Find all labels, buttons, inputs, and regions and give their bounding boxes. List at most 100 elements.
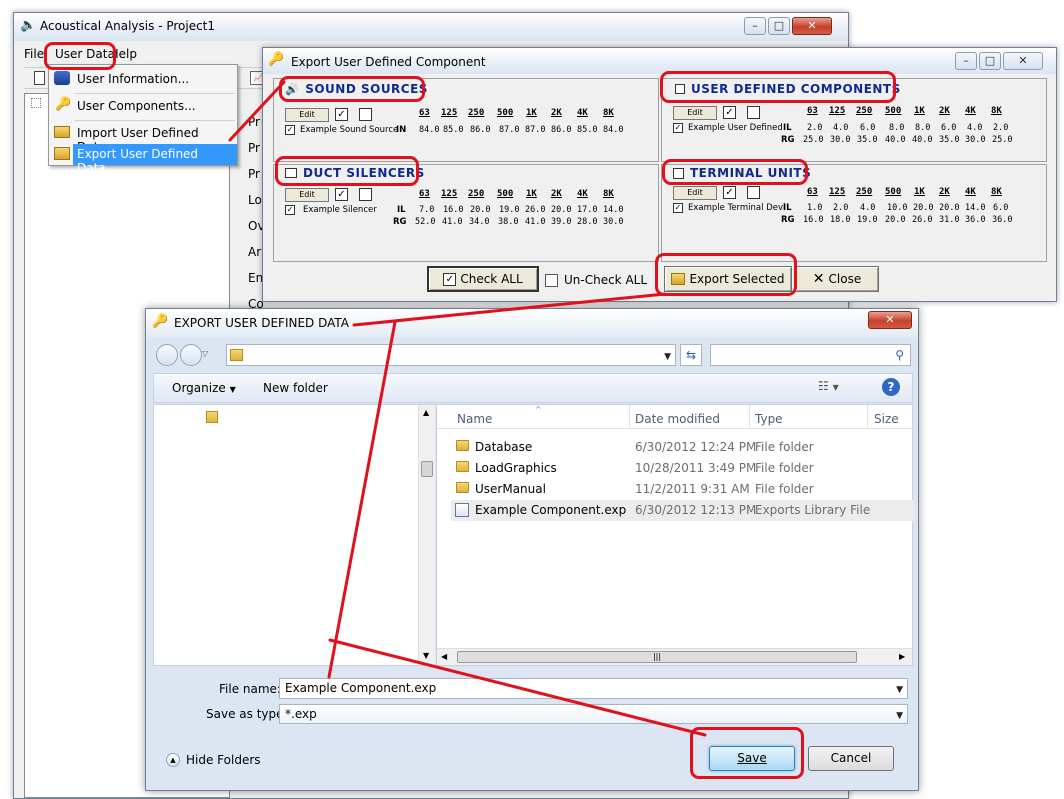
file-row-loadgraphics[interactable]: LoadGraphics 10/28/2011 3:49 PM File fol… — [451, 458, 911, 479]
scroll-up-icon[interactable]: ▲ — [423, 408, 429, 417]
terminal-icon — [673, 167, 684, 179]
column-divider — [867, 405, 868, 429]
nav-pane-scrollbar[interactable]: ▲ ▼ — [418, 405, 435, 665]
address-bar[interactable]: ▼ — [226, 344, 676, 366]
scroll-thumb[interactable]: ||| — [457, 651, 857, 663]
cancel-button-label: Cancel — [830, 751, 872, 765]
nav-back-forward[interactable]: ▽ — [156, 344, 208, 366]
address-dropdown-icon[interactable]: ▼ — [664, 348, 671, 366]
duct-silencers-check-all-box[interactable]: ✓ — [335, 188, 348, 201]
scroll-left-icon[interactable]: ◀ — [441, 652, 447, 661]
main-minimize-button[interactable]: – — [744, 17, 766, 35]
refresh-button[interactable]: ⇆ — [680, 344, 702, 366]
user-components-edit-button[interactable]: Edit — [673, 106, 717, 120]
terminal-unit-item-checkbox[interactable]: ✓ — [673, 203, 683, 213]
main-window-title: Acoustical Analysis - Project1 — [40, 19, 216, 33]
column-header-date[interactable]: Date modified — [635, 412, 720, 426]
file-list[interactable]: Name ^ Date modified Type Size Database … — [436, 404, 914, 666]
band-header: 1K — [526, 189, 537, 199]
band-value: 6.0 — [941, 123, 957, 133]
main-maximize-button[interactable]: □ — [768, 17, 790, 35]
sound-sources-values: 84.0 85.0 86.0 87.0 87.0 86.0 85.0 84.0 — [419, 125, 629, 137]
column-header-size[interactable]: Size — [874, 412, 899, 426]
band-value: 20.0 — [939, 203, 960, 213]
organize-button[interactable]: Organize ▼ — [172, 381, 236, 395]
main-close-button[interactable]: ✕ — [792, 17, 832, 35]
file-name-dropdown-icon[interactable]: ▼ — [896, 681, 903, 699]
band-header: 500 — [885, 106, 902, 116]
terminal-units-uncheck-all-box[interactable] — [747, 186, 760, 199]
hide-folders-button[interactable]: ▲ Hide Folders — [166, 753, 261, 767]
band-value: 35.0 — [939, 135, 960, 145]
file-name-input[interactable]: Example Component.exp ▼ — [279, 678, 908, 699]
help-icon[interactable]: ? — [882, 378, 900, 396]
user-component-item-checkbox[interactable]: ✓ — [673, 123, 683, 133]
band-value: 6.0 — [860, 123, 876, 133]
scroll-thumb[interactable] — [421, 461, 433, 477]
export-selected-button[interactable]: Export Selected — [664, 266, 792, 292]
sound-source-item-label: Example Sound Source — [300, 125, 399, 135]
sound-sources-check-all-box[interactable]: ✓ — [335, 108, 348, 121]
file-type: File folder — [755, 440, 814, 454]
sound-sources-edit-button[interactable]: Edit — [285, 108, 329, 122]
menu-item-export[interactable]: Export User Defined Data... — [51, 144, 237, 175]
band-header: 2K — [551, 108, 562, 118]
export-maximize-button[interactable]: □ — [979, 52, 1001, 70]
file-row-usermanual[interactable]: UserManual 11/2/2011 9:31 AM File folder — [451, 479, 911, 500]
band-header: 250 — [856, 106, 873, 116]
view-options-icon[interactable]: ☷ ▼ — [818, 379, 839, 393]
band-value: 40.0 — [912, 135, 933, 145]
check-all-button[interactable]: ✓ Check ALL — [427, 266, 539, 292]
search-input[interactable]: ⚲ — [710, 344, 911, 366]
checkbox-icon: ✓ — [443, 272, 457, 286]
export-minimize-button[interactable]: – — [955, 52, 977, 70]
row-label: IL — [397, 205, 406, 215]
back-arrow-icon[interactable] — [156, 344, 178, 366]
column-header-type[interactable]: Type — [755, 412, 783, 426]
cancel-button[interactable]: Cancel — [808, 746, 894, 771]
button-label: Check ALL — [460, 272, 523, 286]
save-dialog-close-button[interactable]: ✕ — [868, 311, 912, 329]
band-value: 85.0 — [443, 125, 464, 135]
terminal-units-edit-button[interactable]: Edit — [673, 186, 717, 200]
menu-item-import[interactable]: Import User Defined Data... — [51, 122, 235, 154]
sound-source-item-checkbox[interactable]: ✓ — [285, 125, 295, 135]
terminal-units-values-row2: 16.0 18.0 19.0 20.0 26.0 31.0 36.0 36.0 — [803, 215, 1017, 227]
history-chevron-icon[interactable]: ▽ — [202, 349, 208, 358]
horizontal-scrollbar[interactable]: ◀ ||| ▶ — [437, 648, 912, 665]
save-type-select[interactable]: *.exp ▼ — [279, 704, 908, 724]
band-header: 63 — [807, 187, 818, 197]
user-components-check-all-box[interactable]: ✓ — [723, 106, 736, 119]
terminal-units-check-all-box[interactable]: ✓ — [723, 186, 736, 199]
button-label: Un-Check ALL — [564, 273, 648, 287]
file-row-example-component[interactable]: Example Component.exp 6/30/2012 12:13 PM… — [451, 500, 914, 521]
band-value: 30.0 — [965, 135, 986, 145]
tree-node-icon[interactable] — [31, 98, 41, 108]
export-close-button[interactable]: ✕ — [1003, 52, 1043, 70]
save-button[interactable]: Save — [709, 746, 795, 771]
forward-arrow-icon[interactable] — [180, 344, 202, 366]
user-components-uncheck-all-box[interactable] — [747, 106, 760, 119]
new-folder-button[interactable]: New folder — [263, 381, 328, 395]
band-value: 30.0 — [603, 217, 624, 227]
file-row-database[interactable]: Database 6/30/2012 12:24 PM File folder — [451, 437, 911, 458]
navigation-pane[interactable]: ▲ ▼ — [153, 404, 435, 666]
new-document-icon[interactable] — [34, 71, 45, 85]
duct-silencers-uncheck-all-box[interactable] — [359, 188, 372, 201]
column-header-name[interactable]: Name — [457, 412, 492, 426]
save-type-dropdown-icon[interactable]: ▼ — [896, 707, 903, 725]
menu-file[interactable]: File — [24, 47, 46, 61]
close-button[interactable]: ✕ Close — [795, 266, 879, 292]
uncheck-all-button[interactable]: Un-Check ALL — [545, 270, 661, 290]
menu-help[interactable]: Help — [115, 47, 137, 61]
user-data-dropdown: User Information... 🔑 User Components...… — [48, 64, 238, 175]
duct-silencers-edit-button[interactable]: Edit — [285, 188, 329, 202]
menu-user-data[interactable]: User Data — [55, 47, 115, 61]
sound-sources-uncheck-all-box[interactable] — [359, 108, 372, 121]
duct-silencer-item-checkbox[interactable]: ✓ — [285, 205, 295, 215]
menu-item-user-components[interactable]: 🔑 User Components... — [51, 95, 235, 117]
scroll-down-icon[interactable]: ▼ — [423, 651, 429, 660]
band-value: 2.0 — [833, 203, 849, 213]
menu-item-user-information[interactable]: User Information... — [51, 68, 235, 90]
scroll-right-icon[interactable]: ▶ — [899, 652, 905, 661]
